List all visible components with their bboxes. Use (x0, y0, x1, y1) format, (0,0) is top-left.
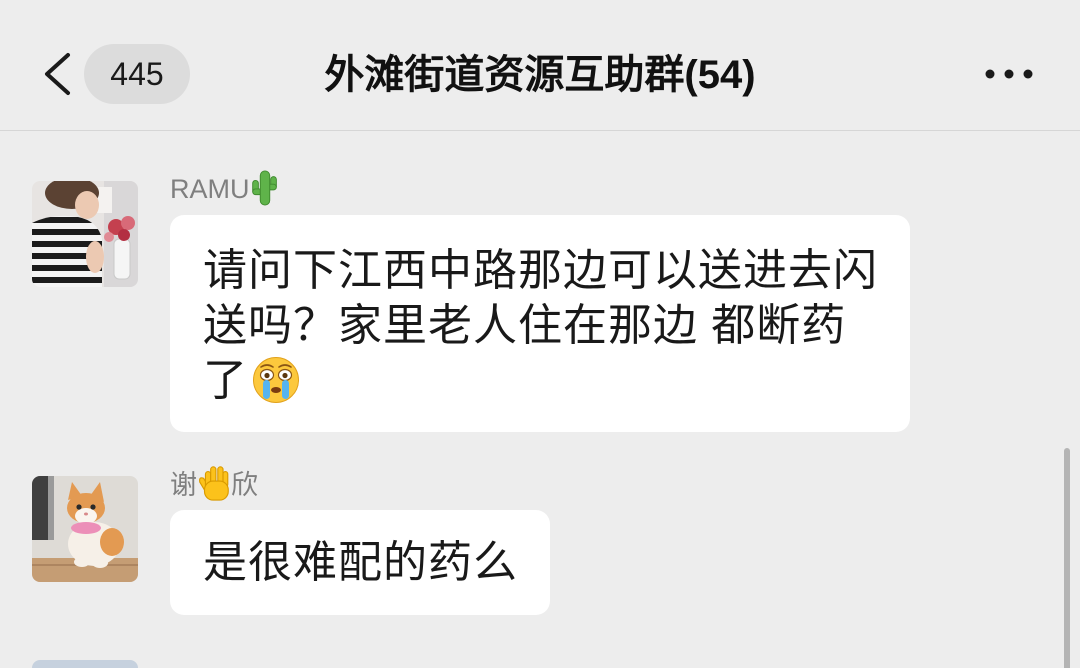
sender-name-part: 谢 (170, 470, 197, 500)
sender-name-part: 欣 (231, 470, 258, 500)
chevron-left-icon[interactable] (42, 52, 72, 96)
sender-name-text: RAMU (170, 174, 250, 204)
avatar-partial[interactable] (32, 660, 138, 668)
message-bubble[interactable]: 是很难配的药么 (170, 510, 550, 615)
chat-title: 外滩街道资源互助群(54) (324, 53, 756, 97)
message-text: 是很难配的药么 (203, 538, 518, 587)
unread-count-badge[interactable]: 445 (84, 44, 190, 104)
avatar-cat-photo[interactable] (32, 476, 138, 582)
back-button[interactable]: 445 (36, 42, 196, 106)
vulcan-salute-icon (197, 464, 231, 502)
chat-scrollbar[interactable] (1064, 448, 1070, 668)
cactus-icon (250, 170, 280, 206)
more-dots-icon[interactable] (982, 64, 1036, 84)
message-bubble[interactable]: 请问下江西中路那边可以送进去闪送吗？家里老人住在那边 都断药了 (170, 215, 910, 432)
crying-face-icon (252, 356, 300, 404)
message-text: 请问下江西中路那边可以送进去闪送吗？家里老人住在那边 都断药了 (203, 246, 878, 405)
sender-name: 谢 欣 (170, 464, 258, 502)
avatar-person-photo[interactable] (32, 181, 138, 287)
sender-name: RAMU (170, 170, 280, 208)
more-button[interactable] (982, 64, 1036, 84)
chat-header: 445 外滩街道资源互助群(54) (0, 0, 1080, 131)
